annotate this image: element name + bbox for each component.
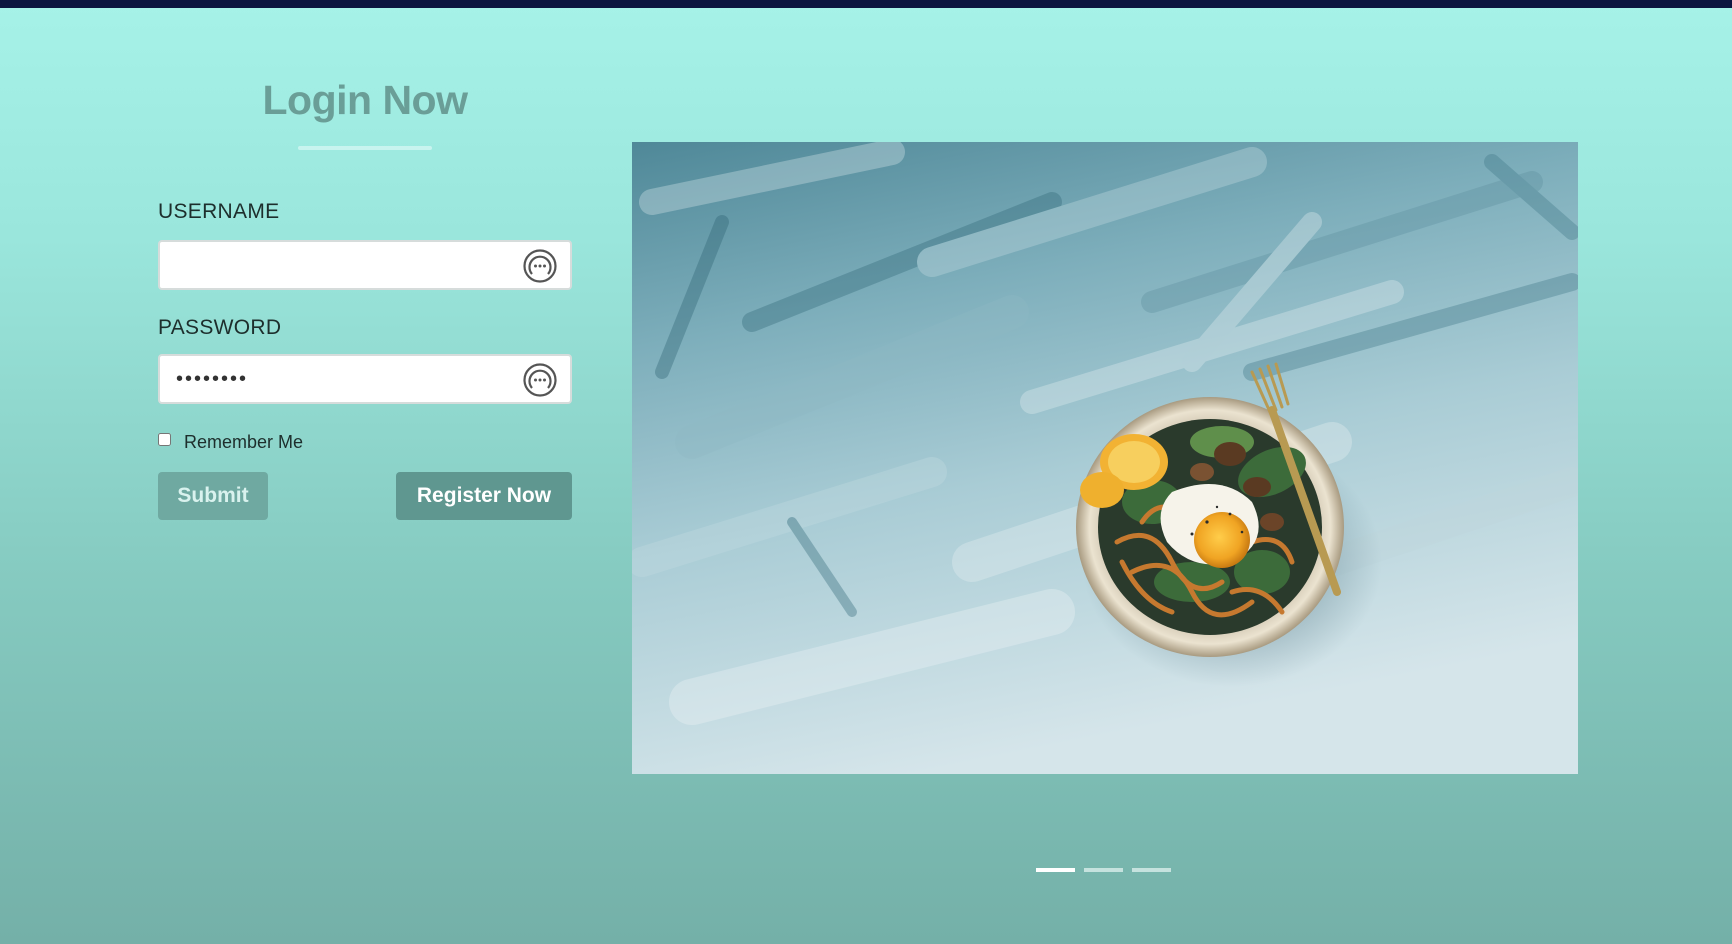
food-photo [632,142,1578,774]
carousel-indicators [1036,868,1171,872]
password-input[interactable] [160,356,500,402]
chat-bubble-ellipsis-icon[interactable] [522,362,558,398]
username-label: USERNAME [158,200,280,223]
password-field-wrapper[interactable] [158,354,572,404]
remember-me-checkbox[interactable] [158,433,171,446]
carousel-indicator-1[interactable] [1036,868,1075,872]
username-input[interactable] [160,242,500,288]
username-field-wrapper[interactable] [158,240,572,290]
password-label: PASSWORD [158,316,282,339]
register-button[interactable]: Register Now [396,472,572,520]
carousel-image[interactable] [632,142,1578,774]
carousel-indicator-2[interactable] [1084,868,1123,872]
top-bar [0,0,1732,8]
page-title: Login Now [262,77,468,123]
title-underline [298,146,432,150]
carousel-indicator-3[interactable] [1132,868,1171,872]
submit-button[interactable]: Submit [158,472,268,520]
remember-me: Remember Me [158,432,303,453]
login-panel: Login Now USERNAME PASSWORD Remember Me … [158,70,572,520]
remember-me-label[interactable]: Remember Me [184,432,303,453]
chat-bubble-ellipsis-icon[interactable] [522,248,558,284]
